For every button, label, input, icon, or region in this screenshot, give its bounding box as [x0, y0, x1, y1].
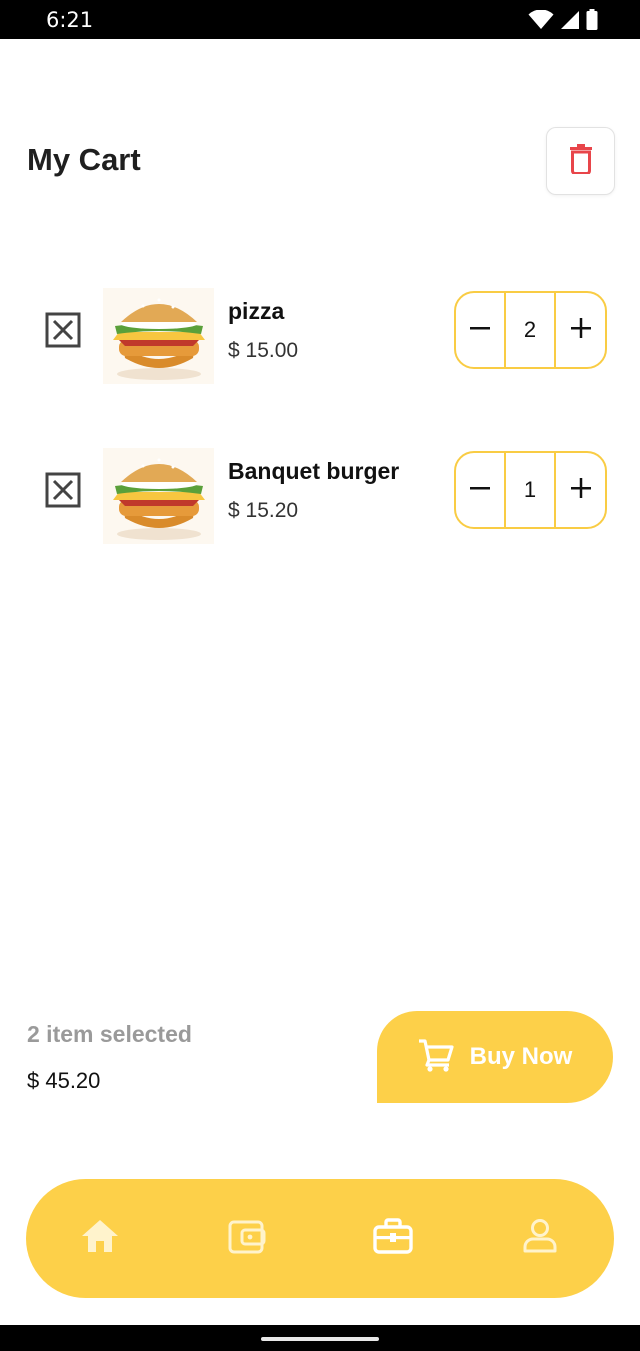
buy-now-label: Buy Now: [469, 1043, 573, 1070]
quantity-value: 2: [503, 293, 557, 367]
selected-count: 2 item selected: [27, 1021, 192, 1047]
nav-home[interactable]: [80, 1218, 120, 1258]
home-icon: [81, 1219, 119, 1258]
remove-item-checkbox[interactable]: [45, 312, 81, 348]
increase-quantity-button[interactable]: [556, 293, 605, 367]
battery-icon: [586, 9, 598, 35]
status-icons: [528, 8, 598, 35]
plus-icon: [570, 317, 592, 344]
quantity-value: 1: [503, 453, 557, 527]
item-name: pizza: [228, 298, 285, 324]
quantity-stepper: 1: [454, 451, 607, 529]
page-title: My Cart: [27, 142, 141, 177]
cart-item: pizza $ 15.00 2: [0, 280, 640, 384]
status-bar: 6:21: [0, 0, 640, 39]
minus-icon: [469, 477, 491, 504]
signal-icon: [560, 10, 580, 35]
minus-icon: [469, 317, 491, 344]
clear-cart-button[interactable]: [546, 127, 615, 195]
item-name: Banquet burger: [228, 458, 400, 484]
nav-orders[interactable]: [373, 1217, 413, 1259]
increase-quantity-button[interactable]: [556, 453, 605, 527]
remove-item-checkbox[interactable]: [45, 472, 81, 508]
plus-icon: [570, 477, 592, 504]
wifi-icon: [528, 8, 554, 35]
buy-now-button[interactable]: Buy Now: [377, 1011, 613, 1103]
item-price: $ 15.00: [228, 339, 299, 362]
decrease-quantity-button[interactable]: [456, 293, 504, 367]
burger-image: [103, 448, 214, 544]
bottom-nav: [26, 1179, 614, 1298]
decrease-quantity-button[interactable]: [456, 453, 504, 527]
wallet-icon: [228, 1218, 266, 1259]
profile-icon: [522, 1218, 558, 1259]
status-time: 6:21: [46, 8, 94, 32]
burger-image: [103, 288, 214, 384]
system-nav-bar: [0, 1325, 640, 1351]
nav-profile[interactable]: [520, 1218, 560, 1258]
total-amount: $ 45.20: [27, 1068, 101, 1093]
nav-wallet[interactable]: [227, 1218, 267, 1258]
trash-icon: [569, 143, 593, 179]
quantity-stepper: 2: [454, 291, 607, 369]
shopping-cart-icon: [418, 1038, 454, 1077]
item-price: $ 15.20: [228, 499, 299, 522]
home-indicator[interactable]: [261, 1337, 379, 1341]
briefcase-icon: [373, 1217, 413, 1259]
cart-item: Banquet burger $ 15.20 1: [0, 440, 640, 544]
